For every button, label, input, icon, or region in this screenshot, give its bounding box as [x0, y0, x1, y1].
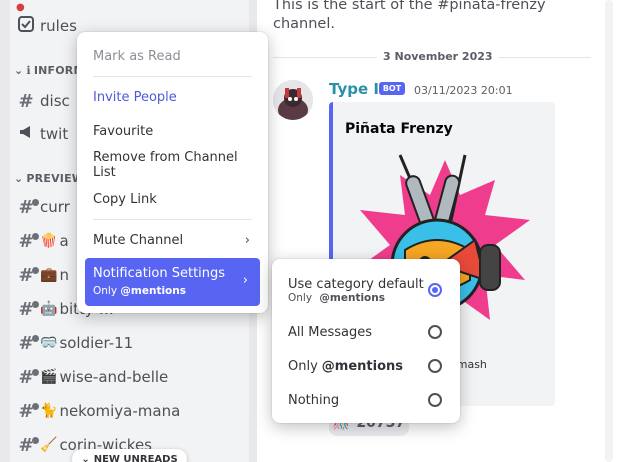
chevron-right-icon: › [244, 233, 250, 248]
chevron-down-icon: ⌄ [81, 453, 90, 462]
option-label-value: @mentions [321, 358, 403, 374]
notification-current-value: Only @mentions [93, 285, 187, 297]
option-label-prefix: Only [288, 358, 318, 374]
hash-thread-icon: # [16, 265, 39, 286]
menu-item-label: Remove from Channel List [93, 150, 238, 180]
channel-label: nekomiya-mana [59, 402, 181, 420]
menu-item-label: Notification Settings [93, 266, 226, 281]
option-label: All Messages [288, 324, 372, 340]
menu-item-label: Invite People [93, 89, 177, 105]
message-author[interactable]: Type II [329, 80, 385, 98]
message-timestamp: 03/11/2023 20:01 [414, 84, 513, 97]
hash-thread-icon: # [16, 435, 39, 456]
category-previews[interactable]: ⌄ PREVIEW [14, 172, 84, 185]
channel-label: curr [40, 198, 70, 216]
new-unreads-button[interactable]: ⌄ NEW UNREADS [72, 449, 187, 462]
channel-item-soldier-11[interactable]: # 🥽 soldier-11 [16, 328, 236, 358]
channel-label: rules [40, 17, 77, 35]
hash-thread-icon: # [16, 401, 39, 422]
menu-item-notification-settings[interactable]: Notification Settings Only @mentions › [85, 258, 260, 306]
avatar[interactable] [273, 80, 313, 120]
bot-tag: BOT [379, 82, 405, 95]
channel-emoji: 🥽 [40, 335, 58, 351]
channel-label: disc [40, 92, 70, 110]
menu-item-favourite[interactable]: Favourite [85, 115, 260, 147]
option-label: Use category default [288, 276, 424, 292]
option-nothing[interactable]: Nothing [280, 386, 452, 414]
menu-separator [93, 219, 252, 220]
category-label: PREVIEW [26, 172, 85, 185]
menu-item-label: Favourite [93, 123, 154, 139]
option-sublabel: Only @mentions [288, 291, 386, 304]
hash-icon: # [18, 90, 34, 112]
scroll-rail [620, 0, 635, 462]
menu-separator [93, 76, 252, 77]
hash-thread-icon: # [16, 367, 39, 388]
menu-item-mute-channel[interactable]: Mute Channel › [85, 224, 260, 256]
menu-item-label: Copy Link [93, 191, 157, 207]
menu-item-label: Mark as Read [93, 48, 181, 64]
channel-emoji: 🤖 [40, 301, 58, 317]
channel-emoji: 💼 [40, 267, 58, 283]
date-divider-label: 3 November 2023 [377, 50, 499, 63]
menu-item-mark-as-read: Mark as Read [85, 40, 260, 72]
chevron-right-icon: › [242, 273, 248, 288]
channel-label: wise-and-belle [59, 368, 169, 386]
rules-channel-icon [16, 15, 36, 37]
category-information[interactable]: ⌄ ℹ INFORM [14, 64, 85, 77]
channel-emoji: 🐈 [40, 403, 58, 419]
menu-item-label: Mute Channel [93, 232, 184, 248]
channel-label: twit [40, 125, 69, 143]
new-unreads-label: NEW UNREADS [93, 453, 178, 462]
megaphone-icon [16, 124, 36, 145]
embed-title: Piñata Frenzy [345, 121, 453, 137]
chat-scrollbar[interactable] [605, 0, 613, 462]
channel-emoji: 🧹 [40, 437, 58, 453]
channel-item-nekomiya-mana[interactable]: # 🐈 nekomiya-mana [16, 396, 236, 426]
channel-item-wise-and-belle[interactable]: # 🎬 wise-and-belle [16, 362, 236, 392]
channel-label: n [59, 266, 69, 284]
radio-selected-icon[interactable] [428, 283, 442, 297]
hash-thread-icon: # [16, 333, 39, 354]
option-label: Nothing [288, 392, 340, 408]
radio-icon[interactable] [428, 325, 442, 339]
option-only-mentions[interactable]: Only @mentions [280, 352, 452, 380]
channel-label: a [59, 232, 69, 250]
channel-emoji: 🍿 [40, 233, 58, 249]
channel-label: soldier-11 [59, 334, 134, 352]
chevron-down-icon: ⌄ [14, 172, 24, 185]
menu-item-copy-link[interactable]: Copy Link [85, 183, 260, 215]
menu-item-invite-people[interactable]: Invite People [85, 81, 260, 113]
radio-icon[interactable] [428, 393, 442, 407]
hash-thread-icon: # [16, 197, 39, 218]
radio-icon[interactable] [428, 359, 442, 373]
option-use-category-default[interactable]: Use category default Only @mentions [280, 270, 452, 310]
menu-item-remove-from-list[interactable]: Remove from Channel List [85, 149, 260, 181]
channel-emoji: 🎬 [40, 369, 58, 385]
hash-thread-icon: # [16, 299, 39, 320]
chevron-down-icon: ⌄ [14, 64, 24, 77]
category-icon: ℹ [26, 64, 31, 77]
option-all-messages[interactable]: All Messages [280, 318, 452, 346]
hash-thread-icon: # [16, 231, 39, 252]
channel-intro-text: This is the start of the #pinata-frenzy … [273, 0, 546, 32]
